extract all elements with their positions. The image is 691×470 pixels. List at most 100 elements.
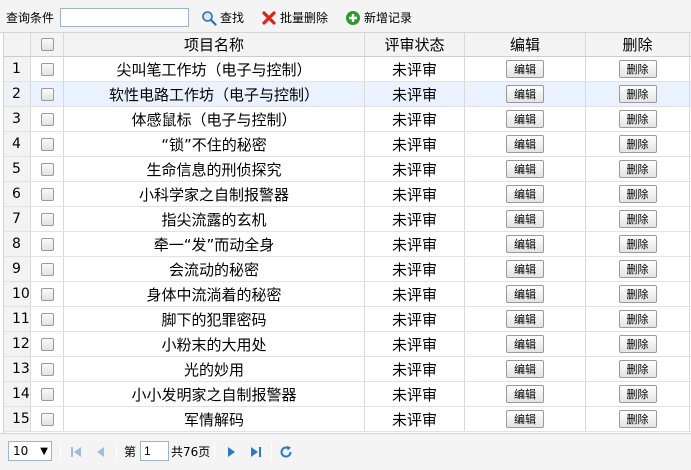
edit-button[interactable]: 编辑 bbox=[506, 410, 544, 428]
edit-button[interactable]: 编辑 bbox=[506, 360, 544, 378]
row-checkbox[interactable] bbox=[40, 262, 54, 276]
delete-cell: 删除 bbox=[586, 157, 690, 181]
page-size-value: 10 bbox=[13, 444, 29, 458]
edit-button[interactable]: 编辑 bbox=[506, 85, 544, 103]
delete-button[interactable]: 删除 bbox=[618, 135, 657, 153]
edit-button[interactable]: 编辑 bbox=[506, 235, 544, 253]
table-row[interactable]: 3 体感鼠标（电子与控制） 未评审 编辑 删除 bbox=[4, 107, 691, 132]
refresh-icon[interactable] bbox=[279, 445, 293, 459]
select-all-checkbox[interactable] bbox=[40, 38, 54, 51]
add-record-button[interactable]: 新增记录 bbox=[345, 8, 412, 27]
row-checkbox[interactable] bbox=[40, 137, 54, 151]
row-select-cell[interactable] bbox=[31, 332, 64, 356]
edit-button[interactable]: 编辑 bbox=[506, 185, 544, 203]
table-row[interactable]: 2 软性电路工作坊（电子与控制） 未评审 编辑 删除 bbox=[4, 82, 691, 107]
delete-button[interactable]: 删除 bbox=[618, 110, 657, 128]
edit-cell: 编辑 bbox=[465, 407, 586, 431]
row-checkbox[interactable] bbox=[40, 112, 54, 126]
delete-button[interactable]: 删除 bbox=[618, 285, 657, 303]
edit-button[interactable]: 编辑 bbox=[506, 160, 544, 178]
delete-button[interactable]: 删除 bbox=[618, 360, 657, 378]
table-row[interactable]: 15 军情解码 未评审 编辑 删除 bbox=[4, 407, 691, 432]
row-select-cell[interactable] bbox=[31, 232, 64, 256]
edit-button[interactable]: 编辑 bbox=[506, 135, 544, 153]
row-checkbox[interactable] bbox=[40, 212, 54, 226]
row-select-cell[interactable] bbox=[31, 282, 64, 306]
delete-button[interactable]: 删除 bbox=[618, 60, 657, 78]
row-checkbox[interactable] bbox=[40, 237, 54, 251]
row-select-cell[interactable] bbox=[31, 357, 64, 381]
table-row[interactable]: 5 生命信息的刑侦探究 未评审 编辑 删除 bbox=[4, 157, 691, 182]
edit-button[interactable]: 编辑 bbox=[506, 110, 544, 128]
row-checkbox[interactable] bbox=[40, 337, 54, 351]
delete-cell: 删除 bbox=[586, 382, 690, 406]
delete-button[interactable]: 删除 bbox=[618, 385, 657, 403]
add-record-label: 新增记录 bbox=[364, 11, 413, 25]
row-checkbox[interactable] bbox=[40, 87, 54, 101]
row-select-cell[interactable] bbox=[31, 307, 64, 331]
row-select-cell[interactable] bbox=[31, 382, 64, 406]
header-name[interactable]: 项目名称 bbox=[64, 33, 365, 56]
last-page-icon[interactable] bbox=[249, 445, 263, 459]
edit-button[interactable]: 编辑 bbox=[506, 310, 544, 328]
delete-button[interactable]: 删除 bbox=[618, 85, 657, 103]
row-select-cell[interactable] bbox=[31, 207, 64, 231]
delete-button[interactable]: 删除 bbox=[618, 310, 657, 328]
table-row[interactable]: 11 脚下的犯罪密码 未评审 编辑 删除 bbox=[4, 307, 691, 332]
table-row[interactable]: 4 “锁”不住的秘密 未评审 编辑 删除 bbox=[4, 132, 691, 157]
page-size-select[interactable]: 10 ▼ bbox=[8, 441, 52, 461]
delete-button[interactable]: 删除 bbox=[618, 335, 657, 353]
table-row[interactable]: 6 小科学家之自制报警器 未评审 编辑 删除 bbox=[4, 182, 691, 207]
row-checkbox[interactable] bbox=[40, 312, 54, 326]
project-name: 小粉末的大用处 bbox=[64, 332, 365, 356]
delete-button[interactable]: 删除 bbox=[618, 260, 657, 278]
search-input[interactable] bbox=[60, 8, 189, 27]
delete-button[interactable]: 删除 bbox=[618, 235, 657, 253]
row-select-cell[interactable] bbox=[31, 157, 64, 181]
delete-button[interactable]: 删除 bbox=[618, 160, 657, 178]
row-select-cell[interactable] bbox=[31, 107, 64, 131]
table-row[interactable]: 10 身体中流淌着的秘密 未评审 编辑 删除 bbox=[4, 282, 691, 307]
row-checkbox[interactable] bbox=[40, 162, 54, 176]
edit-button[interactable]: 编辑 bbox=[506, 335, 544, 353]
row-select-cell[interactable] bbox=[31, 257, 64, 281]
edit-button[interactable]: 编辑 bbox=[506, 60, 544, 78]
row-checkbox[interactable] bbox=[40, 187, 54, 201]
review-status: 未评审 bbox=[365, 82, 465, 106]
delete-button[interactable]: 删除 bbox=[618, 210, 657, 228]
table-row[interactable]: 7 指尖流露的玄机 未评审 编辑 删除 bbox=[4, 207, 691, 232]
row-select-cell[interactable] bbox=[31, 132, 64, 156]
row-checkbox[interactable] bbox=[40, 412, 54, 426]
data-grid: 项目名称 评审状态 编辑 删除 1 尖叫笔工作坊（电子与控制） 未评审 编辑 删除 2 软性… bbox=[3, 33, 691, 433]
row-select-cell[interactable] bbox=[31, 82, 64, 106]
row-checkbox[interactable] bbox=[40, 362, 54, 376]
row-select-cell[interactable] bbox=[31, 407, 64, 431]
table-row[interactable]: 1 尖叫笔工作坊（电子与控制） 未评审 编辑 删除 bbox=[4, 57, 691, 82]
query-label: 查询条件 bbox=[6, 11, 55, 25]
row-select-cell[interactable] bbox=[31, 182, 64, 206]
table-row[interactable]: 14 小小发明家之自制报警器 未评审 编辑 删除 bbox=[4, 382, 691, 407]
row-number: 13 bbox=[4, 357, 31, 381]
first-page-icon[interactable] bbox=[69, 445, 83, 459]
row-checkbox[interactable] bbox=[40, 62, 54, 76]
table-row[interactable]: 8 牵一“发”而动全身 未评审 编辑 删除 bbox=[4, 232, 691, 257]
edit-button[interactable]: 编辑 bbox=[506, 285, 544, 303]
search-button[interactable]: 查找 bbox=[201, 8, 244, 27]
row-checkbox[interactable] bbox=[40, 387, 54, 401]
edit-button[interactable]: 编辑 bbox=[506, 210, 544, 228]
delete-button[interactable]: 删除 bbox=[618, 185, 657, 203]
next-page-icon[interactable] bbox=[224, 445, 238, 459]
header-select-all[interactable] bbox=[31, 33, 64, 56]
edit-button[interactable]: 编辑 bbox=[506, 385, 544, 403]
table-row[interactable]: 9 会流动的秘密 未评审 编辑 删除 bbox=[4, 257, 691, 282]
row-checkbox[interactable] bbox=[40, 287, 54, 301]
header-status[interactable]: 评审状态 bbox=[365, 33, 465, 56]
row-select-cell[interactable] bbox=[31, 57, 64, 81]
prev-page-icon[interactable] bbox=[94, 445, 108, 459]
current-page-input[interactable] bbox=[140, 441, 169, 461]
batch-delete-button[interactable]: 批量删除 bbox=[261, 8, 328, 27]
table-row[interactable]: 13 光的妙用 未评审 编辑 删除 bbox=[4, 357, 691, 382]
delete-button[interactable]: 删除 bbox=[618, 410, 657, 428]
table-row[interactable]: 12 小粉末的大用处 未评审 编辑 删除 bbox=[4, 332, 691, 357]
edit-button[interactable]: 编辑 bbox=[506, 260, 544, 278]
